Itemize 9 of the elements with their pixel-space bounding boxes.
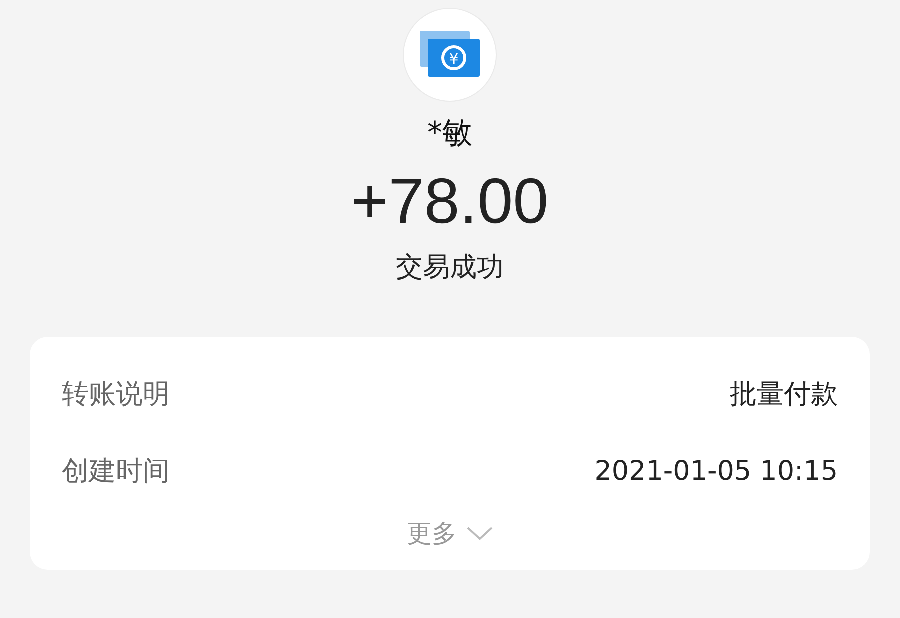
chevron-down-icon [467,526,493,541]
payer-name: *敏 [426,116,474,152]
more-button[interactable]: 更多 [407,514,493,552]
transaction-status: 交易成功 [395,251,505,286]
detail-value: 批量付款 [730,378,838,412]
amount: +78.00 [350,166,550,236]
detail-label: 转账说明 [62,378,170,412]
detail-label: 创建时间 [62,455,170,490]
detail-value: 2021-01-05 10:15 [594,455,838,490]
